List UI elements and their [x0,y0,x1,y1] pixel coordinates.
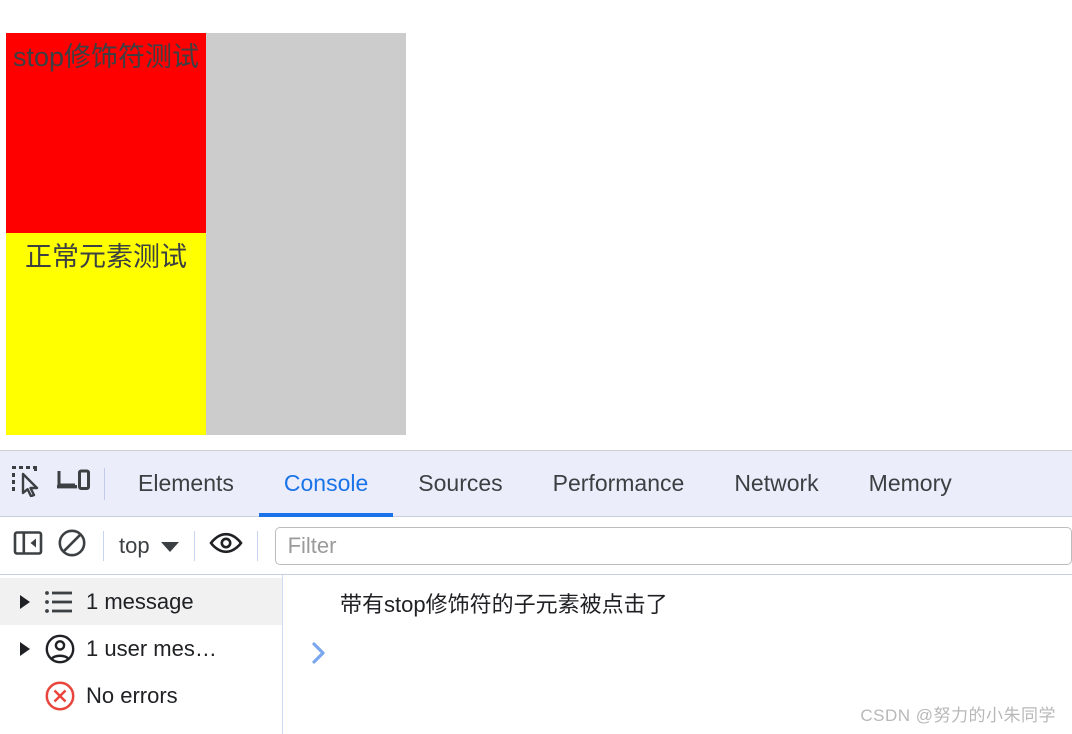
device-toolbar-icon [56,466,90,501]
eye-icon [209,531,243,560]
sidebar-item-messages[interactable]: 1 message [0,578,282,625]
tab-performance[interactable]: Performance [528,451,710,517]
console-sidebar: 1 message 1 user mes… No errors [0,575,283,734]
sidebar-item-label: 1 message [86,588,194,614]
inspect-element-button[interactable] [4,461,50,507]
console-toolbar: top Filter [0,517,1072,575]
expand-arrow-icon[interactable] [18,641,44,657]
tab-elements[interactable]: Elements [113,451,259,517]
tab-memory[interactable]: Memory [844,451,977,517]
console-toolbar-divider-1 [103,530,104,561]
tab-sources[interactable]: Sources [393,451,527,517]
normal-element-box[interactable]: 正常元素测试 [6,233,206,435]
tab-console[interactable]: Console [258,451,394,517]
live-expression-button[interactable] [204,524,248,568]
expand-arrow-icon[interactable] [18,594,44,610]
console-sidebar-toggle-button[interactable] [6,524,50,568]
console-context-label: top [119,532,150,558]
clear-console-button[interactable] [50,524,94,568]
console-prompt[interactable] [283,631,1072,679]
sidebar-item-errors[interactable]: No errors [0,672,282,719]
chevron-down-icon [160,533,179,559]
console-toolbar-divider-3 [256,530,258,561]
sidebar-panel-icon [13,528,43,563]
console-filter-input[interactable]: Filter [274,526,1072,565]
device-toolbar-button[interactable] [50,461,96,507]
prompt-chevron-icon [309,640,329,671]
page-viewport: stop修饰符测试 正常元素测试 [0,0,1072,450]
devtools-panel: Elements Console Sources Performance Net… [0,450,1072,734]
sidebar-item-label: 1 user mes… [86,635,217,661]
sidebar-item-label: No errors [86,682,178,708]
console-message[interactable]: 带有stop修饰符的子元素被点击了 [283,575,1072,631]
demo-gray-container[interactable]: stop修饰符测试 正常元素测试 [6,33,406,435]
console-context-selector[interactable]: top [113,533,185,559]
stop-modifier-box[interactable]: stop修饰符测试 [6,33,206,233]
console-toolbar-divider-2 [193,530,195,561]
csdn-watermark: CSDN @努力的小朱同学 [860,706,1056,725]
tab-network[interactable]: Network [709,451,843,517]
inspect-element-icon [11,465,43,502]
sidebar-item-user-messages[interactable]: 1 user mes… [0,625,282,672]
clear-console-icon [57,528,87,563]
devtools-tabstrip: Elements Console Sources Performance Net… [0,451,1072,517]
toolbar-divider [104,467,105,500]
user-icon [44,633,86,665]
list-icon [44,589,86,615]
error-circle-icon [44,680,86,712]
